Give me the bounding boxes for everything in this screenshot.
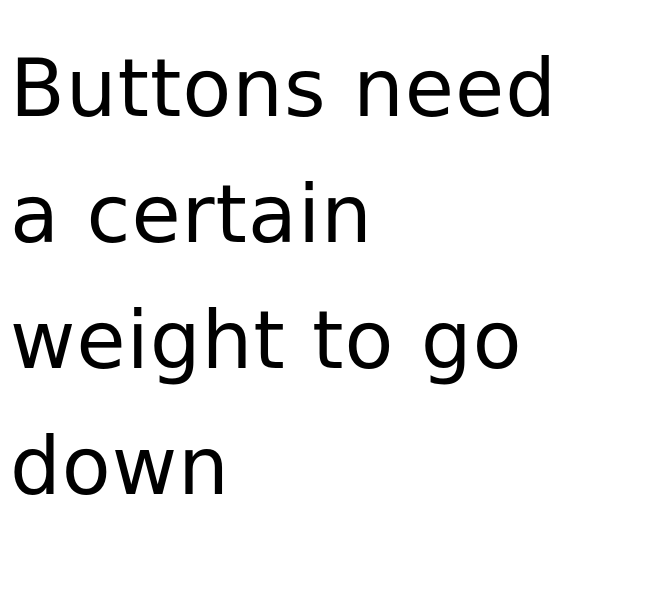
caption-line-4: down <box>10 420 230 513</box>
image-canvas: Buttons need a certain weight to go down <box>0 0 670 589</box>
caption-text: Buttons need a certain weight to go down <box>10 26 660 530</box>
caption-line-1: Buttons need <box>10 42 557 135</box>
caption-line-3: weight to go <box>10 294 523 387</box>
caption-line-2: a certain <box>10 168 373 261</box>
